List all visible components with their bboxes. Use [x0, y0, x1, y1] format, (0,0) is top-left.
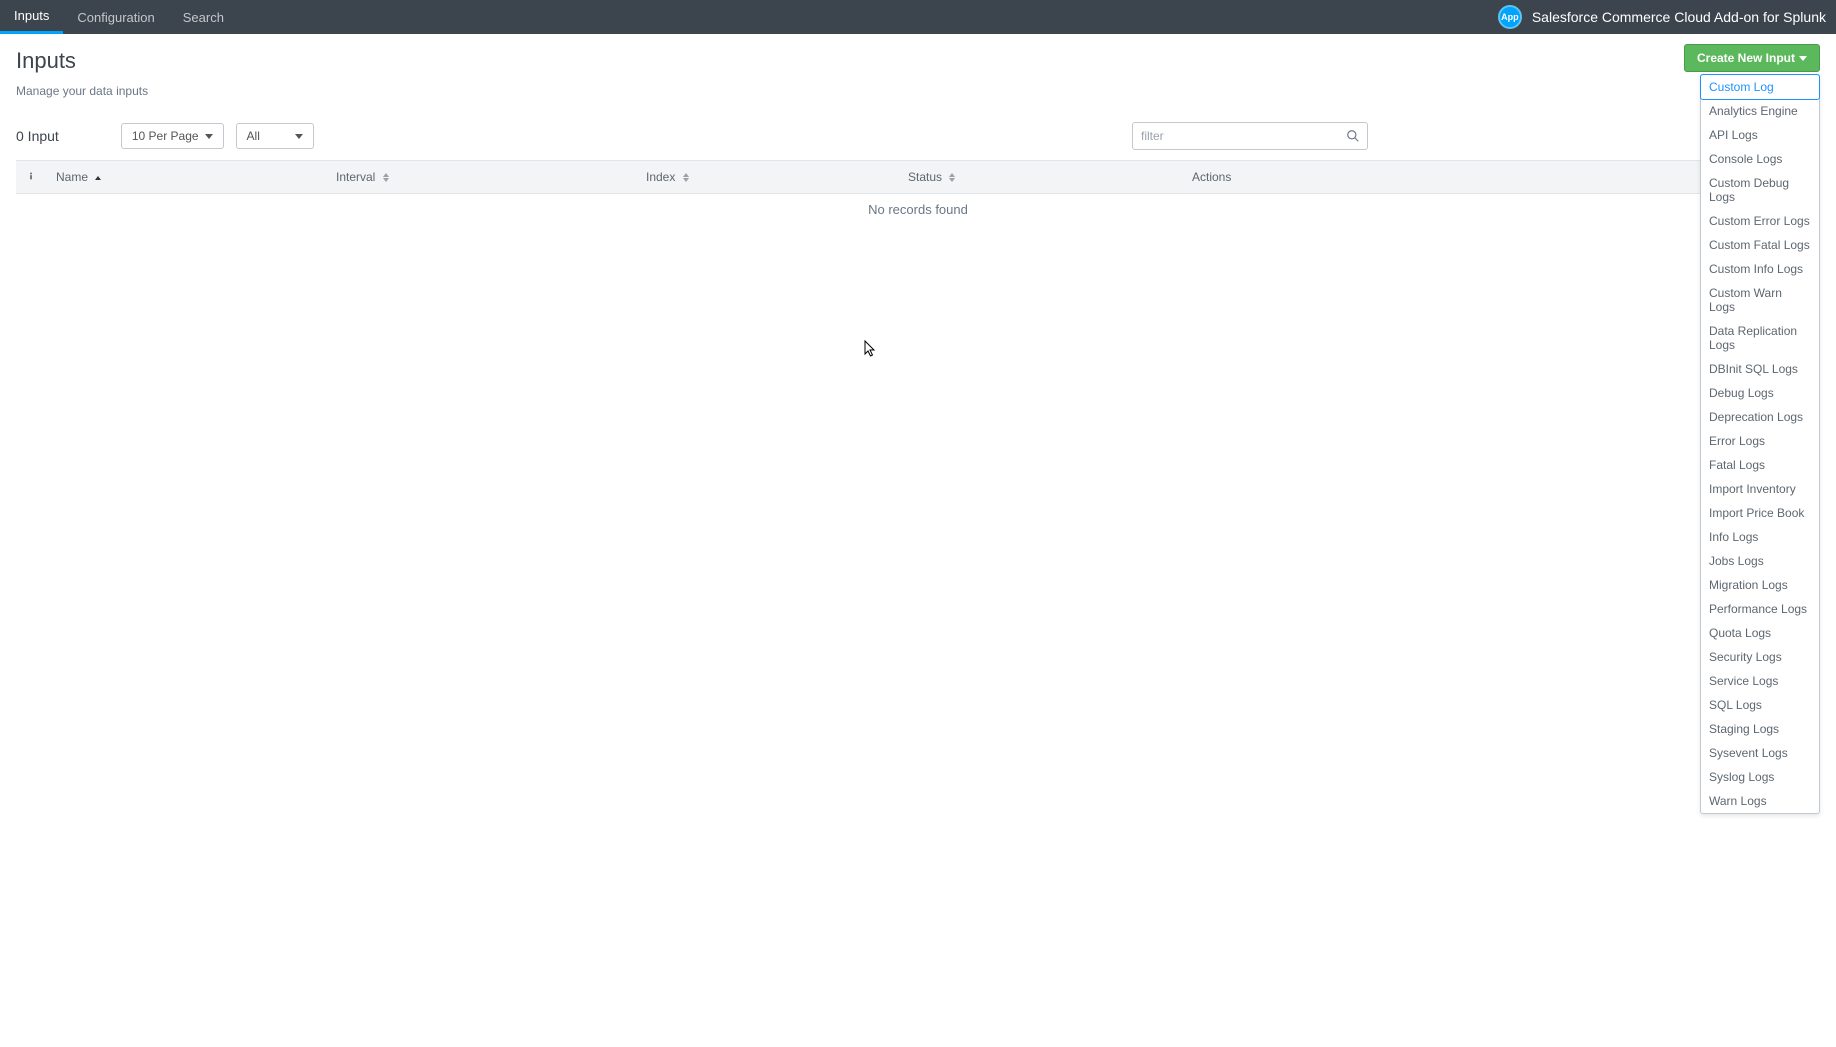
- dropdown-item[interactable]: Security Logs: [1701, 645, 1819, 669]
- empty-message: No records found: [16, 194, 1820, 226]
- caret-down-icon: [1799, 56, 1807, 61]
- per-page-select[interactable]: 10 Per Page: [121, 123, 224, 149]
- dropdown-item[interactable]: Custom Log: [1700, 74, 1820, 100]
- caret-down-icon: [205, 134, 213, 139]
- col-status[interactable]: Status: [898, 161, 1182, 194]
- col-status-label: Status: [908, 170, 942, 184]
- create-new-input-button[interactable]: Create New Input: [1684, 44, 1820, 72]
- dropdown-item[interactable]: Debug Logs: [1701, 381, 1819, 405]
- nav-tab-inputs[interactable]: Inputs: [0, 0, 63, 34]
- create-input-dropdown[interactable]: Custom LogAnalytics EngineAPI LogsConsol…: [1700, 74, 1820, 814]
- dropdown-item[interactable]: Custom Warn Logs: [1701, 281, 1819, 319]
- nav-tab-search[interactable]: Search: [169, 0, 238, 34]
- dropdown-item[interactable]: Jobs Logs: [1701, 549, 1819, 573]
- dropdown-item[interactable]: Console Logs: [1701, 147, 1819, 171]
- dropdown-item[interactable]: DBInit SQL Logs: [1701, 357, 1819, 381]
- dropdown-item[interactable]: API Logs: [1701, 123, 1819, 147]
- filter-type-select[interactable]: All: [236, 123, 314, 149]
- sort-icon: [949, 173, 955, 182]
- dropdown-item[interactable]: SQL Logs: [1701, 693, 1819, 717]
- app-title: Salesforce Commerce Cloud Add-on for Spl…: [1532, 9, 1826, 25]
- dropdown-item[interactable]: Syslog Logs: [1701, 765, 1819, 789]
- dropdown-item[interactable]: Custom Debug Logs: [1701, 171, 1819, 209]
- dropdown-item[interactable]: Quota Logs: [1701, 621, 1819, 645]
- dropdown-item[interactable]: Service Logs: [1701, 669, 1819, 693]
- dropdown-item[interactable]: Error Logs: [1701, 429, 1819, 453]
- per-page-label: 10 Per Page: [132, 129, 199, 143]
- dropdown-item[interactable]: Migration Logs: [1701, 573, 1819, 597]
- create-new-input-label: Create New Input: [1697, 51, 1795, 65]
- empty-row: No records found: [16, 194, 1820, 226]
- dropdown-item[interactable]: Warn Logs: [1701, 789, 1819, 813]
- dropdown-item[interactable]: Performance Logs: [1701, 597, 1819, 621]
- caret-down-icon: [295, 134, 303, 139]
- sort-icon: [683, 173, 689, 182]
- page-title: Inputs: [16, 48, 1820, 74]
- dropdown-item[interactable]: Import Inventory: [1701, 477, 1819, 501]
- mouse-cursor: [864, 340, 876, 358]
- col-info[interactable]: [16, 161, 46, 194]
- col-name-label: Name: [56, 170, 88, 184]
- col-actions-label: Actions: [1192, 170, 1231, 184]
- col-name[interactable]: Name: [46, 161, 326, 194]
- inputs-table: Name Interval Index Status: [16, 160, 1820, 225]
- app-icon: App: [1498, 5, 1522, 29]
- dropdown-item[interactable]: Custom Fatal Logs: [1701, 233, 1819, 257]
- dropdown-item[interactable]: Info Logs: [1701, 525, 1819, 549]
- nav-tabs: Inputs Configuration Search: [0, 0, 238, 34]
- top-navbar: Inputs Configuration Search App Salesfor…: [0, 0, 1836, 34]
- page-body: Inputs Manage your data inputs Create Ne…: [0, 34, 1836, 225]
- col-index[interactable]: Index: [636, 161, 898, 194]
- page-subtitle: Manage your data inputs: [16, 84, 1820, 98]
- filter-input[interactable]: [1132, 122, 1368, 150]
- dropdown-item[interactable]: Custom Info Logs: [1701, 257, 1819, 281]
- nav-right: App Salesforce Commerce Cloud Add-on for…: [1498, 5, 1826, 29]
- filter-wrap: [1132, 122, 1368, 150]
- filter-type-label: All: [247, 129, 260, 143]
- dropdown-item[interactable]: Analytics Engine: [1701, 99, 1819, 123]
- dropdown-item[interactable]: Staging Logs: [1701, 717, 1819, 741]
- controls-row: 0 Input 10 Per Page All: [16, 122, 1820, 150]
- dropdown-item[interactable]: Data Replication Logs: [1701, 319, 1819, 357]
- search-icon: [1346, 129, 1360, 143]
- dropdown-item[interactable]: Fatal Logs: [1701, 453, 1819, 477]
- col-interval-label: Interval: [336, 170, 375, 184]
- col-interval[interactable]: Interval: [326, 161, 636, 194]
- dropdown-item[interactable]: Deprecation Logs: [1701, 405, 1819, 429]
- dropdown-item[interactable]: Import Price Book: [1701, 501, 1819, 525]
- input-count: 0 Input: [16, 128, 59, 144]
- nav-tab-configuration[interactable]: Configuration: [63, 0, 168, 34]
- col-index-label: Index: [646, 170, 675, 184]
- dropdown-item[interactable]: Custom Error Logs: [1701, 209, 1819, 233]
- sort-icon: [95, 176, 101, 180]
- sort-icon: [383, 173, 389, 182]
- dropdown-item[interactable]: Sysevent Logs: [1701, 741, 1819, 765]
- info-icon: [26, 171, 36, 181]
